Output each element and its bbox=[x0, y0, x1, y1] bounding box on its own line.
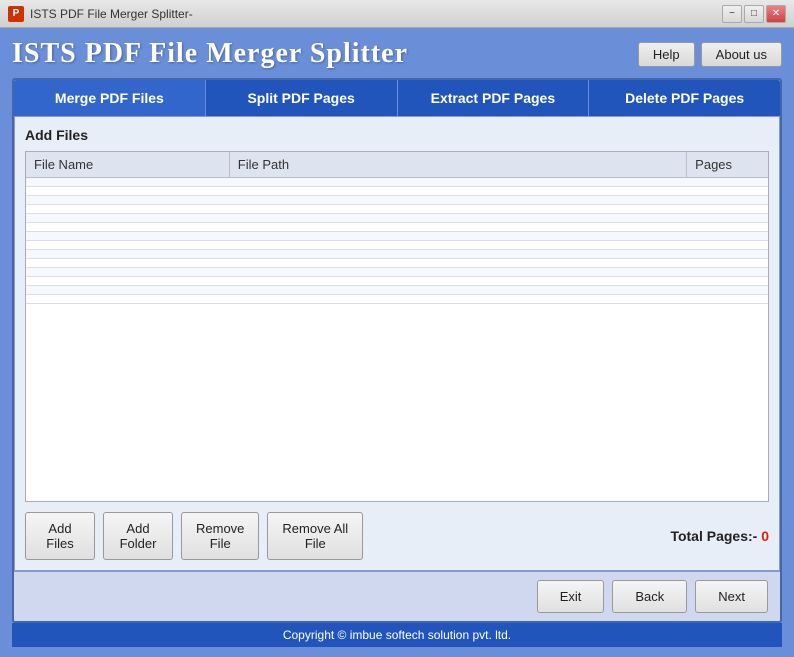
nav-bar: Exit Back Next bbox=[14, 571, 780, 621]
main-window: ISTS PDF File Merger Splitter Help About… bbox=[0, 28, 794, 657]
col-header-filepath: File Path bbox=[229, 152, 686, 178]
app-icon: P bbox=[8, 6, 24, 22]
col-header-pages: Pages bbox=[687, 152, 768, 178]
table-row bbox=[26, 232, 768, 241]
table-row bbox=[26, 223, 768, 232]
about-button[interactable]: About us bbox=[701, 42, 782, 67]
exit-button[interactable]: Exit bbox=[537, 580, 605, 613]
minimize-button[interactable]: − bbox=[722, 5, 742, 23]
title-bar-title: ISTS PDF File Merger Splitter- bbox=[30, 7, 193, 21]
title-bar: P ISTS PDF File Merger Splitter- − □ ✕ bbox=[0, 0, 794, 28]
file-table-container: File Name File Path Pages bbox=[25, 151, 769, 502]
tab-bar: Merge PDF Files Split PDF Pages Extract … bbox=[14, 80, 780, 116]
window-controls: − □ ✕ bbox=[722, 5, 786, 23]
next-button[interactable]: Next bbox=[695, 580, 768, 613]
app-icon-text: P bbox=[13, 8, 20, 19]
table-row bbox=[26, 214, 768, 223]
tab-delete[interactable]: Delete PDF Pages bbox=[589, 80, 780, 116]
remove-all-file-button[interactable]: Remove AllFile bbox=[267, 512, 363, 560]
file-table: File Name File Path Pages bbox=[26, 152, 768, 304]
back-button[interactable]: Back bbox=[612, 580, 687, 613]
header-buttons: Help About us bbox=[638, 42, 782, 67]
table-row bbox=[26, 178, 768, 187]
table-row bbox=[26, 187, 768, 196]
footer-text: Copyright © imbue softech solution pvt. … bbox=[283, 628, 511, 642]
add-files-button[interactable]: AddFiles bbox=[25, 512, 95, 560]
tab-merge[interactable]: Merge PDF Files bbox=[14, 80, 206, 116]
table-row bbox=[26, 250, 768, 259]
app-header: ISTS PDF File Merger Splitter Help About… bbox=[12, 38, 782, 70]
table-row bbox=[26, 268, 768, 277]
table-row bbox=[26, 241, 768, 250]
outer-wrapper: Merge PDF Files Split PDF Pages Extract … bbox=[12, 78, 782, 623]
help-button[interactable]: Help bbox=[638, 42, 695, 67]
table-row bbox=[26, 196, 768, 205]
tab-split[interactable]: Split PDF Pages bbox=[206, 80, 398, 116]
section-title: Add Files bbox=[25, 127, 769, 143]
action-bar: AddFiles AddFolder RemoveFile Remove All… bbox=[25, 512, 769, 560]
total-pages-label: Total Pages:- 0 bbox=[670, 528, 769, 544]
table-row bbox=[26, 259, 768, 268]
remove-file-button[interactable]: RemoveFile bbox=[181, 512, 259, 560]
close-button[interactable]: ✕ bbox=[766, 5, 786, 23]
content-area: Add Files File Name File Path Pages bbox=[14, 116, 780, 571]
table-row bbox=[26, 286, 768, 295]
table-row bbox=[26, 205, 768, 214]
table-row bbox=[26, 295, 768, 304]
total-pages-value: 0 bbox=[761, 528, 769, 544]
app-title: ISTS PDF File Merger Splitter bbox=[12, 38, 408, 70]
footer: Copyright © imbue softech solution pvt. … bbox=[12, 623, 782, 647]
table-row bbox=[26, 277, 768, 286]
maximize-button[interactable]: □ bbox=[744, 5, 764, 23]
tab-extract[interactable]: Extract PDF Pages bbox=[398, 80, 590, 116]
add-folder-button[interactable]: AddFolder bbox=[103, 512, 173, 560]
col-header-filename: File Name bbox=[26, 152, 229, 178]
